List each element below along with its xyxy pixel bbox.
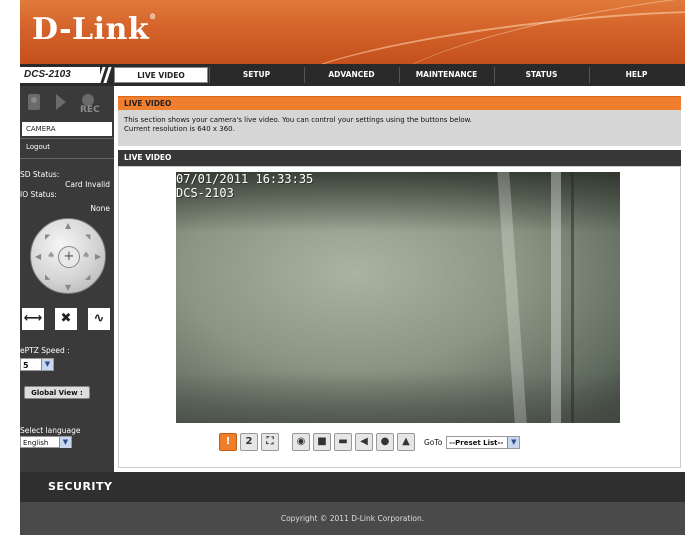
tab-maintenance[interactable]: MAINTENANCE	[399, 67, 493, 83]
pan-up-right-icon[interactable]: ◥	[85, 233, 90, 241]
section-title: LIVE VIDEO	[118, 96, 681, 110]
logout-button[interactable]: Logout	[22, 140, 112, 154]
io-icon	[56, 94, 66, 110]
video-panel-title: LIVE VIDEO	[118, 150, 681, 166]
nav-bar: DCS-2103 LIVE VIDEO SETUP ADVANCED MAINT…	[20, 64, 685, 86]
global-view-button[interactable]: Global View :	[24, 386, 90, 399]
copyright-text: Copyright © 2011 D-Link Corporation.	[20, 502, 685, 535]
rec-label: REC	[80, 105, 100, 115]
nav-slashes	[86, 67, 116, 83]
fullscreen-icon[interactable]: ⛶	[261, 433, 279, 451]
header: D-Link®	[20, 0, 685, 64]
logo-text: D-Link	[32, 12, 150, 47]
pan-down-icon[interactable]: ▼	[65, 283, 71, 292]
video-scene	[571, 172, 574, 423]
patrol-icon[interactable]: ∿	[88, 308, 110, 330]
io-status-label: IO Status:	[20, 190, 57, 199]
warning-icon[interactable]: ▲	[397, 433, 415, 451]
zoom-in-icon[interactable]: ♠	[82, 251, 90, 261]
pan-down-right-icon[interactable]: ◢	[85, 273, 90, 281]
osd-timestamp: 07/01/2011 16:33:35	[176, 172, 314, 186]
tab-help[interactable]: HELP	[589, 67, 683, 83]
osd-camera-name: DCS-2103	[176, 186, 234, 200]
pan-horizontal-icon[interactable]: ⟷	[22, 308, 44, 330]
live-video-feed[interactable]: 07/01/2011 16:33:35 DCS-2103	[176, 172, 620, 423]
chevron-down-icon: ▼	[59, 437, 71, 448]
section-description: This section shows your camera's live vi…	[118, 110, 681, 146]
language-select[interactable]: English ▼	[20, 436, 72, 448]
divider	[20, 138, 114, 139]
divider	[20, 158, 114, 159]
video-panel: 07/01/2011 16:33:35 DCS-2103 ! 2 ⛶ ◉ ■ ▬…	[118, 166, 681, 468]
language-value: English	[23, 439, 49, 447]
tab-status[interactable]: STATUS	[494, 67, 588, 83]
microphone-icon[interactable]: ●	[376, 433, 394, 451]
ptz-actions: ⟷ ✖ ∿	[22, 308, 112, 330]
preset-value: --Preset List--	[449, 438, 504, 447]
sidebar: REC CAMERA Logout SD Status: Card Invali…	[20, 86, 114, 472]
snapshot-icon[interactable]: ◉	[292, 433, 310, 451]
chevron-down-icon: ▼	[507, 436, 520, 448]
zoom-out-icon[interactable]: ♠	[47, 251, 55, 261]
description-line: This section shows your camera's live vi…	[124, 116, 472, 124]
tab-setup[interactable]: SETUP	[209, 67, 303, 83]
main-content: LIVE VIDEO This section shows your camer…	[114, 86, 685, 472]
chevron-down-icon: ▼	[41, 359, 53, 370]
motion-icon	[28, 94, 40, 110]
record-icon[interactable]: ■	[313, 433, 331, 451]
folder-icon[interactable]: ▬	[334, 433, 352, 451]
sd-status-label: SD Status:	[20, 170, 60, 179]
page-frame: D-Link® DCS-2103 LIVE VIDEO SETUP ADVANC…	[20, 0, 685, 535]
eptz-speed-select[interactable]: 5 ▼	[20, 358, 54, 371]
alert-icon[interactable]: !	[219, 433, 237, 451]
nav-tabs: LIVE VIDEO SETUP ADVANCED MAINTENANCE ST…	[114, 67, 684, 83]
resolution-text: Current resolution is 640 x 360.	[124, 125, 235, 133]
video-control-bar: ! 2 ⛶ ◉ ■ ▬ ◀ ● ▲ GoTo --Preset List-- ▼	[219, 433, 521, 451]
camera-button[interactable]: CAMERA	[22, 122, 112, 136]
stop-icon[interactable]: ✖	[55, 308, 77, 330]
select-language-label: Select language	[20, 426, 81, 435]
goto-label: GoTo	[424, 437, 443, 447]
pan-down-left-icon[interactable]: ◣	[45, 273, 50, 281]
preset-list-select[interactable]: --Preset List-- ▼	[446, 435, 521, 449]
ptz-control-wheel[interactable]: ▲ ▼ ◀ ▶ ◤ ◥ ◣ ◢ ♠ ♠ +	[30, 218, 106, 294]
sd-status-value: Card Invalid	[65, 180, 110, 189]
home-icon[interactable]: +	[58, 246, 80, 268]
tab-live-video[interactable]: LIVE VIDEO	[114, 67, 208, 83]
pan-left-icon[interactable]: ◀	[35, 252, 41, 261]
zoom-2x-icon[interactable]: 2	[240, 433, 258, 451]
io-status-value: None	[90, 204, 110, 213]
eptz-speed-value: 5	[23, 361, 29, 370]
pan-up-icon[interactable]: ▲	[65, 221, 71, 230]
status-indicators: REC	[26, 92, 112, 115]
logo-registered-mark: ®	[149, 12, 157, 21]
pan-up-left-icon[interactable]: ◤	[45, 233, 50, 241]
speaker-icon[interactable]: ◀	[355, 433, 373, 451]
video-scene	[551, 172, 561, 423]
dlink-logo: D-Link®	[32, 12, 157, 47]
eptz-speed-label: ePTZ Speed :	[20, 346, 70, 355]
security-banner: SECURITY	[20, 472, 685, 502]
tab-advanced[interactable]: ADVANCED	[304, 67, 398, 83]
pan-right-icon[interactable]: ▶	[95, 252, 101, 261]
